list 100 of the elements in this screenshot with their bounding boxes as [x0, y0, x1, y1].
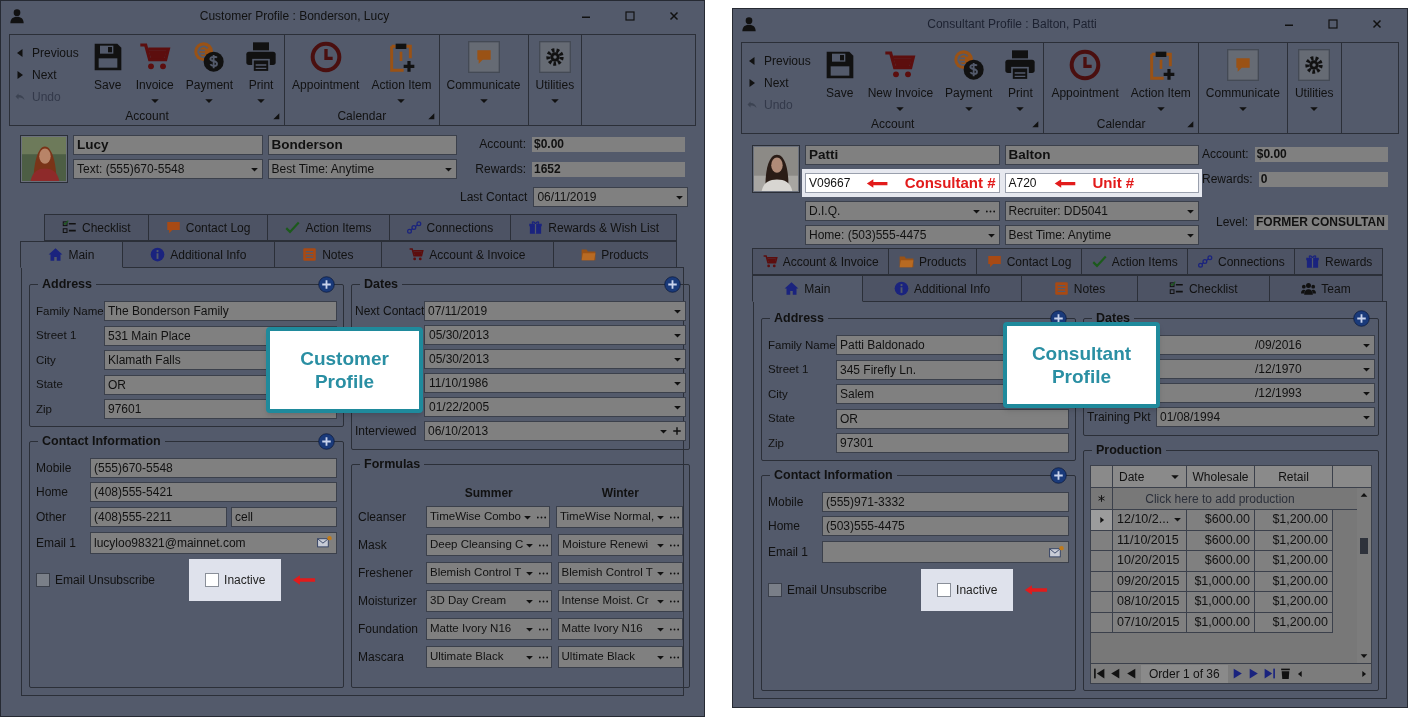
dropdown-field[interactable]: Moisture Renewi	[558, 534, 684, 556]
input-field[interactable]: The Bonderson Family	[104, 301, 337, 322]
ribbon-button[interactable]: Appointment	[1048, 49, 1122, 102]
ribbon-button[interactable]: Next	[746, 73, 811, 92]
ribbon-button[interactable]: Payment	[182, 41, 237, 106]
input-field[interactable]: (555)670-5548	[90, 457, 337, 478]
checkbox[interactable]: Inactive	[189, 559, 282, 601]
input-field[interactable]: OR	[836, 408, 1069, 429]
new-row-prompt[interactable]: Click here to add production	[1113, 488, 1357, 509]
tab[interactable]: Products	[888, 248, 977, 275]
ribbon-button[interactable]: Print	[1001, 49, 1040, 114]
row-header[interactable]	[1091, 592, 1113, 613]
tab[interactable]: Rewards & Wish List	[510, 214, 677, 241]
column-header[interactable]: Date	[1113, 466, 1187, 487]
tab[interactable]: Account & Invoice	[380, 241, 554, 268]
row-header[interactable]	[1091, 510, 1113, 531]
tab[interactable]: Contact Log	[976, 248, 1083, 275]
name-field[interactable]: Balton	[1004, 145, 1199, 165]
input-field[interactable]: V09667 Consultant #	[805, 173, 1000, 193]
scroll-thumb[interactable]	[1360, 537, 1368, 554]
tab[interactable]: Action Items	[267, 214, 390, 241]
date-dropdown[interactable]: 01/08/1994	[1156, 407, 1375, 427]
input-field[interactable]: (503)555-4475	[822, 516, 1069, 537]
input-field[interactable]: 97301	[836, 433, 1069, 454]
checkbox[interactable]: Inactive	[921, 568, 1014, 611]
input-field[interactable]: (408)555-2211	[90, 506, 227, 527]
tab[interactable]: Account & Invoice	[752, 248, 890, 275]
tab[interactable]: Rewards	[1294, 248, 1384, 275]
ribbon-button[interactable]: Action Item	[368, 41, 435, 106]
dropdown-field[interactable]: Blemish Control T	[426, 562, 552, 584]
ribbon-button[interactable]: Action Item	[1127, 49, 1194, 114]
name-field[interactable]: Bonderson	[267, 135, 457, 155]
dropdown-field[interactable]: Matte Ivory N16	[426, 618, 552, 640]
dropdown-field[interactable]: D.I.Q.	[805, 201, 1000, 221]
ribbon-button[interactable]: Invoice	[132, 41, 177, 106]
dropdown-field[interactable]: Home: (503)555-4475	[805, 225, 1000, 245]
ribbon-button[interactable]: Save	[820, 49, 859, 102]
date-dropdown[interactable]: 05/30/2013	[424, 349, 687, 369]
row-header[interactable]	[1091, 551, 1113, 572]
ribbon-button[interactable]: Next	[14, 65, 79, 84]
tab[interactable]: Connections	[388, 214, 512, 241]
column-header[interactable]: Retail	[1255, 466, 1333, 487]
checkbox[interactable]: Email Unsubscribe	[36, 571, 156, 589]
dropdown-field[interactable]: Deep Cleansing C	[426, 534, 553, 556]
date-dropdown[interactable]: 11/10/1986	[424, 373, 687, 393]
tab[interactable]: Checklist	[44, 214, 149, 241]
ribbon-button[interactable]: Appointment	[289, 41, 363, 94]
tab[interactable]: Additional Info	[861, 275, 1023, 302]
dropdown-field[interactable]: Best Time: Anytime	[1004, 225, 1199, 245]
date-dropdown[interactable]: 06/11/2019	[533, 187, 688, 207]
ribbon-button[interactable]: Utilities	[1291, 49, 1337, 114]
row-header[interactable]	[1091, 530, 1113, 551]
name-field[interactable]: Lucy	[73, 135, 263, 155]
tab[interactable]: Action Items	[1081, 248, 1189, 275]
date-dropdown[interactable]: 01/22/2005	[424, 397, 687, 417]
dropdown-field[interactable]: Matte Ivory N16	[557, 618, 684, 640]
ribbon-button[interactable]: Communicate	[1202, 49, 1283, 114]
dropdown-field[interactable]: Intense Moist. Cr	[557, 590, 684, 612]
name-field[interactable]: Patti	[805, 145, 1000, 165]
scrollbar[interactable]	[1357, 488, 1371, 663]
dropdown-field[interactable]: Ultimate Black	[557, 646, 684, 668]
date-dropdown[interactable]: 06/10/2013	[424, 421, 687, 441]
dropdown-field[interactable]: Recruiter: DD5041	[1004, 201, 1199, 221]
input-field[interactable]: (555)971-3332	[822, 491, 1069, 512]
tab[interactable]: Notes	[273, 241, 382, 268]
tab[interactable]: Products	[552, 241, 677, 268]
row-header[interactable]	[1091, 571, 1113, 592]
date-dropdown[interactable]: 07/11/2019	[424, 301, 687, 321]
tab[interactable]: Connections	[1187, 248, 1296, 275]
ribbon-button[interactable]: Communicate	[443, 41, 524, 106]
ribbon-button[interactable]: Print	[242, 41, 281, 106]
dropdown-field[interactable]: Blemish Control T	[557, 562, 684, 584]
ribbon-button[interactable]: Previous	[14, 43, 79, 62]
tab[interactable]: Team	[1268, 275, 1383, 302]
date-dropdown[interactable]: 05/30/2013	[424, 325, 687, 345]
tab[interactable]: Main	[752, 275, 863, 302]
dropdown-field[interactable]: Ultimate Black	[426, 646, 552, 668]
input-field[interactable]: (408)555-5421	[90, 482, 337, 503]
dropdown-field[interactable]: TimeWise Combo	[426, 506, 550, 528]
dropdown-field[interactable]: 3D Day Cream	[426, 590, 552, 612]
ribbon-button[interactable]: Save	[88, 41, 127, 94]
ribbon-button[interactable]: Utilities	[532, 41, 578, 106]
row-header[interactable]	[1091, 612, 1113, 633]
input-field[interactable]: cell	[231, 506, 337, 527]
column-header[interactable]: Wholesale	[1187, 466, 1255, 487]
input-field[interactable]: lucyloo98321@mainnet.com	[90, 531, 337, 554]
dropdown-field[interactable]: TimeWise Normal,	[555, 506, 684, 528]
tab[interactable]: Main	[20, 241, 123, 268]
input-field[interactable]: A720 Unit #	[1004, 173, 1199, 193]
tab[interactable]: Checklist	[1136, 275, 1270, 302]
tab[interactable]: Additional Info	[121, 241, 275, 268]
checkbox[interactable]: Email Unsubscribe	[768, 580, 888, 599]
tab[interactable]: Contact Log	[147, 214, 269, 241]
input-field[interactable]	[822, 541, 1069, 563]
ribbon-button[interactable]: Previous	[746, 51, 811, 70]
ribbon-button[interactable]: New Invoice	[864, 49, 937, 114]
ribbon-button[interactable]: Payment	[942, 49, 996, 114]
dropdown-field[interactable]: Best Time: Anytime	[267, 159, 457, 179]
tab[interactable]: Notes	[1021, 275, 1138, 302]
dropdown-field[interactable]: Text: (555)670-5548	[73, 159, 263, 179]
